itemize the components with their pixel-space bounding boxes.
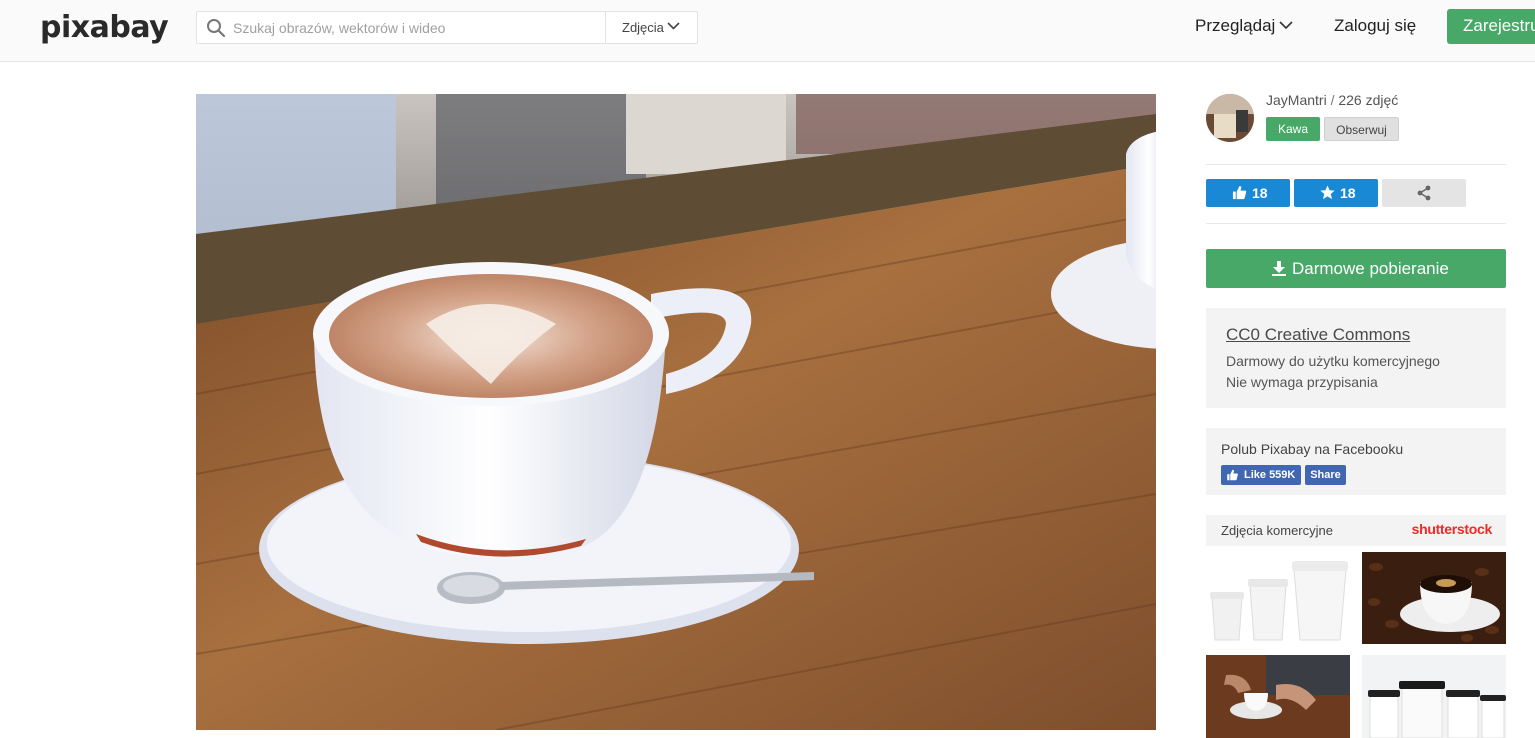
chevron-down-icon [667,22,680,30]
search-icon[interactable] [206,18,226,38]
free-download-button[interactable]: Darmowe pobieranie [1206,249,1506,288]
paper-cups-thumb[interactable] [1206,552,1350,644]
license-commercial-text: Darmowy do użytku komercyjnego [1226,353,1440,369]
like-count: 18 [1252,185,1268,201]
star-icon [1320,185,1335,200]
top-bar: pixabay Zdjęcia Przeglądaj Zaloguj się Z… [0,0,1535,62]
facebook-box: Polub Pixabay na Facebooku Like 559K Sha… [1206,428,1506,495]
search-type-dropdown[interactable]: Zdjęcia [605,12,698,43]
thumbs-up-icon [1227,469,1238,481]
pixabay-logo[interactable]: pixabay [40,10,169,45]
commercial-title: Zdjęcia komercyjne [1221,523,1333,538]
browse-menu[interactable]: Przeglądaj [1195,16,1293,36]
license-link[interactable]: CC0 Creative Commons [1226,325,1410,345]
download-label: Darmowe pobieranie [1292,259,1449,278]
like-button[interactable]: 18 [1206,179,1290,207]
commercial-header: Zdjęcia komercyjne shutterstock [1206,515,1506,546]
follow-button[interactable]: Obserwuj [1324,117,1399,141]
search-type-label: Zdjęcia [622,20,664,35]
register-button[interactable]: Zarejestruj się [1447,9,1535,44]
author-photo-count[interactable]: 226 zdjęć [1338,92,1398,108]
divider [1206,164,1506,165]
main-photo[interactable] [196,94,1156,730]
favorite-count: 18 [1340,185,1356,201]
download-icon [1272,261,1286,276]
facebook-share-button[interactable]: Share [1305,465,1346,485]
search-input[interactable] [233,12,603,43]
chevron-down-icon [1279,21,1293,30]
hands-coffee-thumb[interactable] [1206,655,1350,738]
thumbs-up-icon [1232,185,1247,200]
license-box: CC0 Creative Commons Darmowy do użytku k… [1206,308,1506,408]
search-bar: Zdjęcia [196,11,698,44]
login-link[interactable]: Zaloguj się [1334,16,1416,36]
favorite-button[interactable]: 18 [1294,179,1378,207]
coffee-latte-photo [196,94,1156,730]
author-name[interactable]: JayMantri [1266,92,1327,108]
divider [1206,223,1506,224]
facebook-like-button[interactable]: Like 559K [1221,465,1301,485]
browse-label: Przeglądaj [1195,16,1276,35]
share-button[interactable] [1382,179,1466,207]
shutterstock-logo[interactable]: shutterstock [1412,521,1493,537]
coffee-beans-cup-thumb[interactable] [1362,552,1506,644]
share-icon [1417,185,1431,201]
facebook-like-label: Like 559K [1244,469,1296,481]
facebook-text: Polub Pixabay na Facebooku [1221,441,1404,457]
author-info: JayMantri / 226 zdjęć [1266,92,1398,108]
avatar[interactable] [1206,94,1254,142]
license-attribution-text: Nie wymaga przypisania [1226,374,1378,390]
author-separator: / [1326,92,1339,108]
donate-coffee-button[interactable]: Kawa [1266,117,1320,141]
black-lid-cups-thumb[interactable] [1362,655,1506,738]
